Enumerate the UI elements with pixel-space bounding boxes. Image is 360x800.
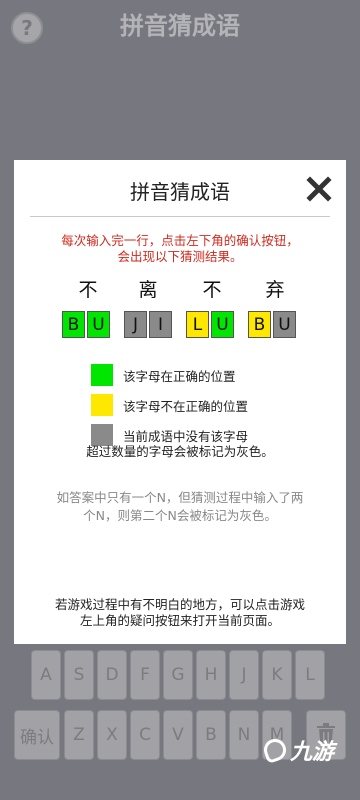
key-n[interactable]: N [229,710,259,760]
tile-absent: I [149,311,172,338]
key-k[interactable]: K [262,650,292,700]
close-icon [306,176,332,202]
rule-example-line-2: 个N，则第二个N会被标记为灰色。 [83,508,277,523]
legend-correct: 该字母在正确的位置 [91,364,236,386]
idiom-char: 不 [78,279,98,301]
tile-correct: U [87,311,110,338]
close-button[interactable] [306,176,332,202]
instruction-line-2: 会出现以下猜测结果。 [117,249,243,264]
tile-misplaced: B [248,311,271,338]
key-g[interactable]: G [163,650,193,700]
example-guess-tiles: B U J I L U B U [14,311,346,341]
help-note-line-1: 若游戏过程中有不明白的地方，可以点击游戏 [54,597,305,612]
key-h[interactable]: H [196,650,226,700]
key-b[interactable]: B [196,710,226,760]
key-j[interactable]: J [229,650,259,700]
tile-correct: U [211,311,234,338]
idiom-char: 离 [138,279,158,301]
key-c[interactable]: C [130,710,160,760]
instruction-text: 每次输入完一行，点击左下角的确认按钮， 会出现以下猜测结果。 [14,233,346,265]
key-f[interactable]: F [130,650,160,700]
key-z[interactable]: Z [64,710,94,760]
tile-misplaced: L [186,311,209,338]
tile-absent: J [124,311,147,338]
example-idiom: 不 离 不 弃 [14,275,346,301]
help-note-line-2: 左上角的疑问按钮来打开当前页面。 [79,613,280,628]
key-x[interactable]: X [97,710,127,760]
rule-example: 如答案中只有一个N，但猜测过程中输入了两 个N，则第二个N会被标记为灰色。 [30,489,330,525]
tile-correct: B [62,311,85,338]
idiom-char: 不 [202,279,222,301]
help-note: 若游戏过程中有不明白的地方，可以点击游戏 左上角的疑问按钮来打开当前页面。 [24,597,336,629]
key-a[interactable]: A [31,650,61,700]
keyboard-row-1: A S D F G H J K L [0,650,360,702]
confirm-button[interactable]: 确认 [14,710,60,760]
tile-absent: U [273,311,296,338]
dialog-title: 拼音猜成语 [130,180,230,204]
rule-example-line-1: 如答案中只有一个N，但猜测过程中输入了两 [56,490,304,505]
watermark-logo: 九游 [260,734,334,766]
watermark-text: 九游 [289,740,334,765]
key-d[interactable]: D [97,650,127,700]
yellow-swatch [91,394,113,416]
rule-excess-letters: 超过数量的字母会被标记为灰色。 [86,444,274,459]
key-v[interactable]: V [163,710,193,760]
green-swatch [91,364,113,386]
legend-label: 该字母在正确的位置 [123,368,236,384]
legend-label: 该字母不在正确的位置 [123,398,249,414]
help-dialog: 拼音猜成语 每次输入完一行，点击左下角的确认按钮， 会出现以下猜测结果。 不 离… [14,160,346,644]
app-title: 拼音猜成语 [120,12,240,40]
key-l[interactable]: L [295,650,325,700]
instruction-line-1: 每次输入完一行，点击左下角的确认按钮， [61,233,299,248]
title-divider [30,216,330,217]
watermark-icon [260,735,290,765]
idiom-char: 弃 [265,279,285,301]
key-s[interactable]: S [64,650,94,700]
legend-misplaced: 该字母不在正确的位置 [91,394,248,416]
